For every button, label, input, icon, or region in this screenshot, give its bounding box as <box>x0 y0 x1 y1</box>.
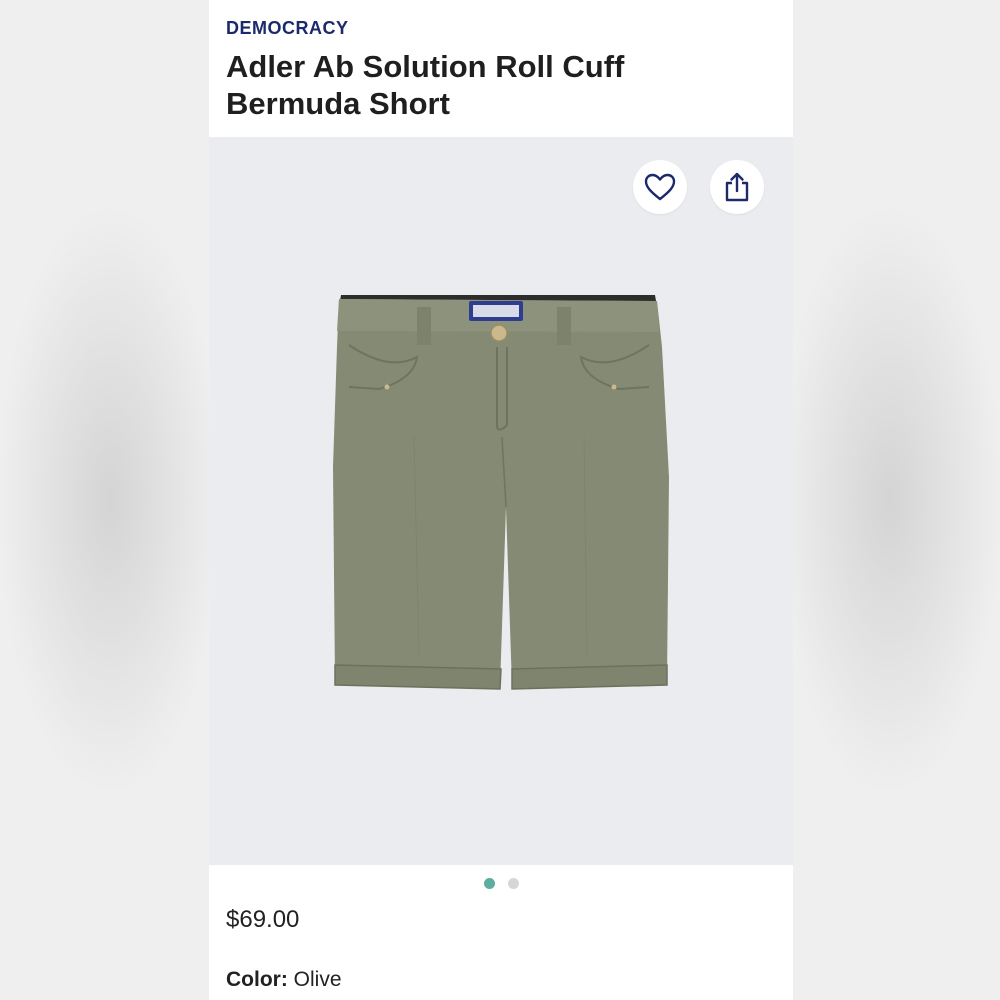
product-gallery[interactable] <box>209 137 793 865</box>
gallery-pagination <box>209 878 793 889</box>
color-selection: Color: Olive <box>226 968 342 992</box>
product-page: DEMOCRACY Adler Ab Solution Roll Cuff Be… <box>209 0 793 1000</box>
share-icon <box>725 172 749 202</box>
color-value: Olive <box>293 968 342 991</box>
favorite-button[interactable] <box>633 160 687 214</box>
pagination-dot-1[interactable] <box>483 878 495 889</box>
share-button[interactable] <box>710 160 764 214</box>
heart-icon <box>644 173 676 201</box>
product-title: Adler Ab Solution Roll Cuff Bermuda Shor… <box>226 49 625 121</box>
pagination-dot-2[interactable] <box>507 878 519 889</box>
product-header: DEMOCRACY Adler Ab Solution Roll Cuff Be… <box>209 0 793 136</box>
product-price: $69.00 <box>226 906 300 933</box>
color-label: Color: <box>226 968 294 991</box>
product-image-shorts <box>333 295 669 690</box>
brand-link[interactable]: DEMOCRACY <box>226 16 776 40</box>
